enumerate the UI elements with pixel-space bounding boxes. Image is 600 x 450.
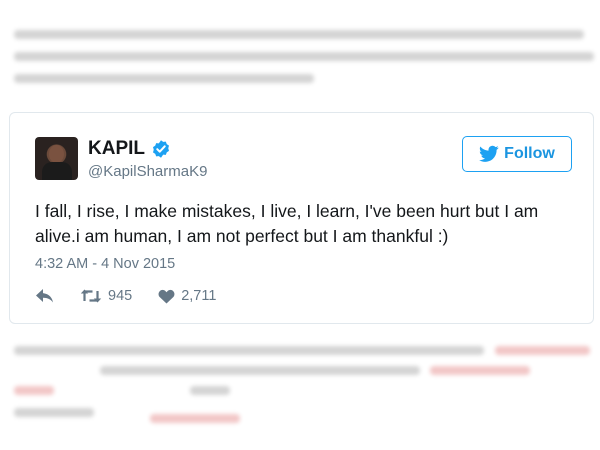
- retweet-button[interactable]: 945: [80, 288, 132, 304]
- heart-icon: [158, 289, 175, 303]
- tweet-actions: 945 2,711: [35, 285, 216, 307]
- avatar[interactable]: [35, 137, 78, 180]
- like-button[interactable]: 2,711: [158, 288, 216, 304]
- follow-button[interactable]: Follow: [462, 136, 572, 172]
- follow-label: Follow: [504, 145, 555, 162]
- embedded-tweet-card: KAPIL @KapilSharmaK9 Follow I fall, I ri…: [9, 112, 594, 324]
- author-name-row[interactable]: KAPIL: [88, 138, 171, 160]
- tweet-timestamp[interactable]: 4:32 AM - 4 Nov 2015: [35, 256, 175, 272]
- retweet-icon: [80, 289, 102, 303]
- verified-badge-icon: [153, 140, 169, 158]
- twitter-bird-icon: [479, 145, 499, 162]
- author-handle[interactable]: @KapilSharmaK9: [88, 163, 207, 180]
- reply-arrow-icon: [36, 289, 53, 303]
- reply-button[interactable]: [35, 288, 55, 304]
- retweet-count: 945: [108, 288, 133, 304]
- author-name[interactable]: KAPIL: [88, 138, 145, 160]
- like-count: 2,711: [181, 288, 217, 304]
- blurred-article-text-top: [0, 16, 600, 96]
- tweet-text: I fall, I rise, I make mistakes, I live,…: [35, 201, 539, 246]
- blurred-article-text-bottom: [0, 338, 600, 438]
